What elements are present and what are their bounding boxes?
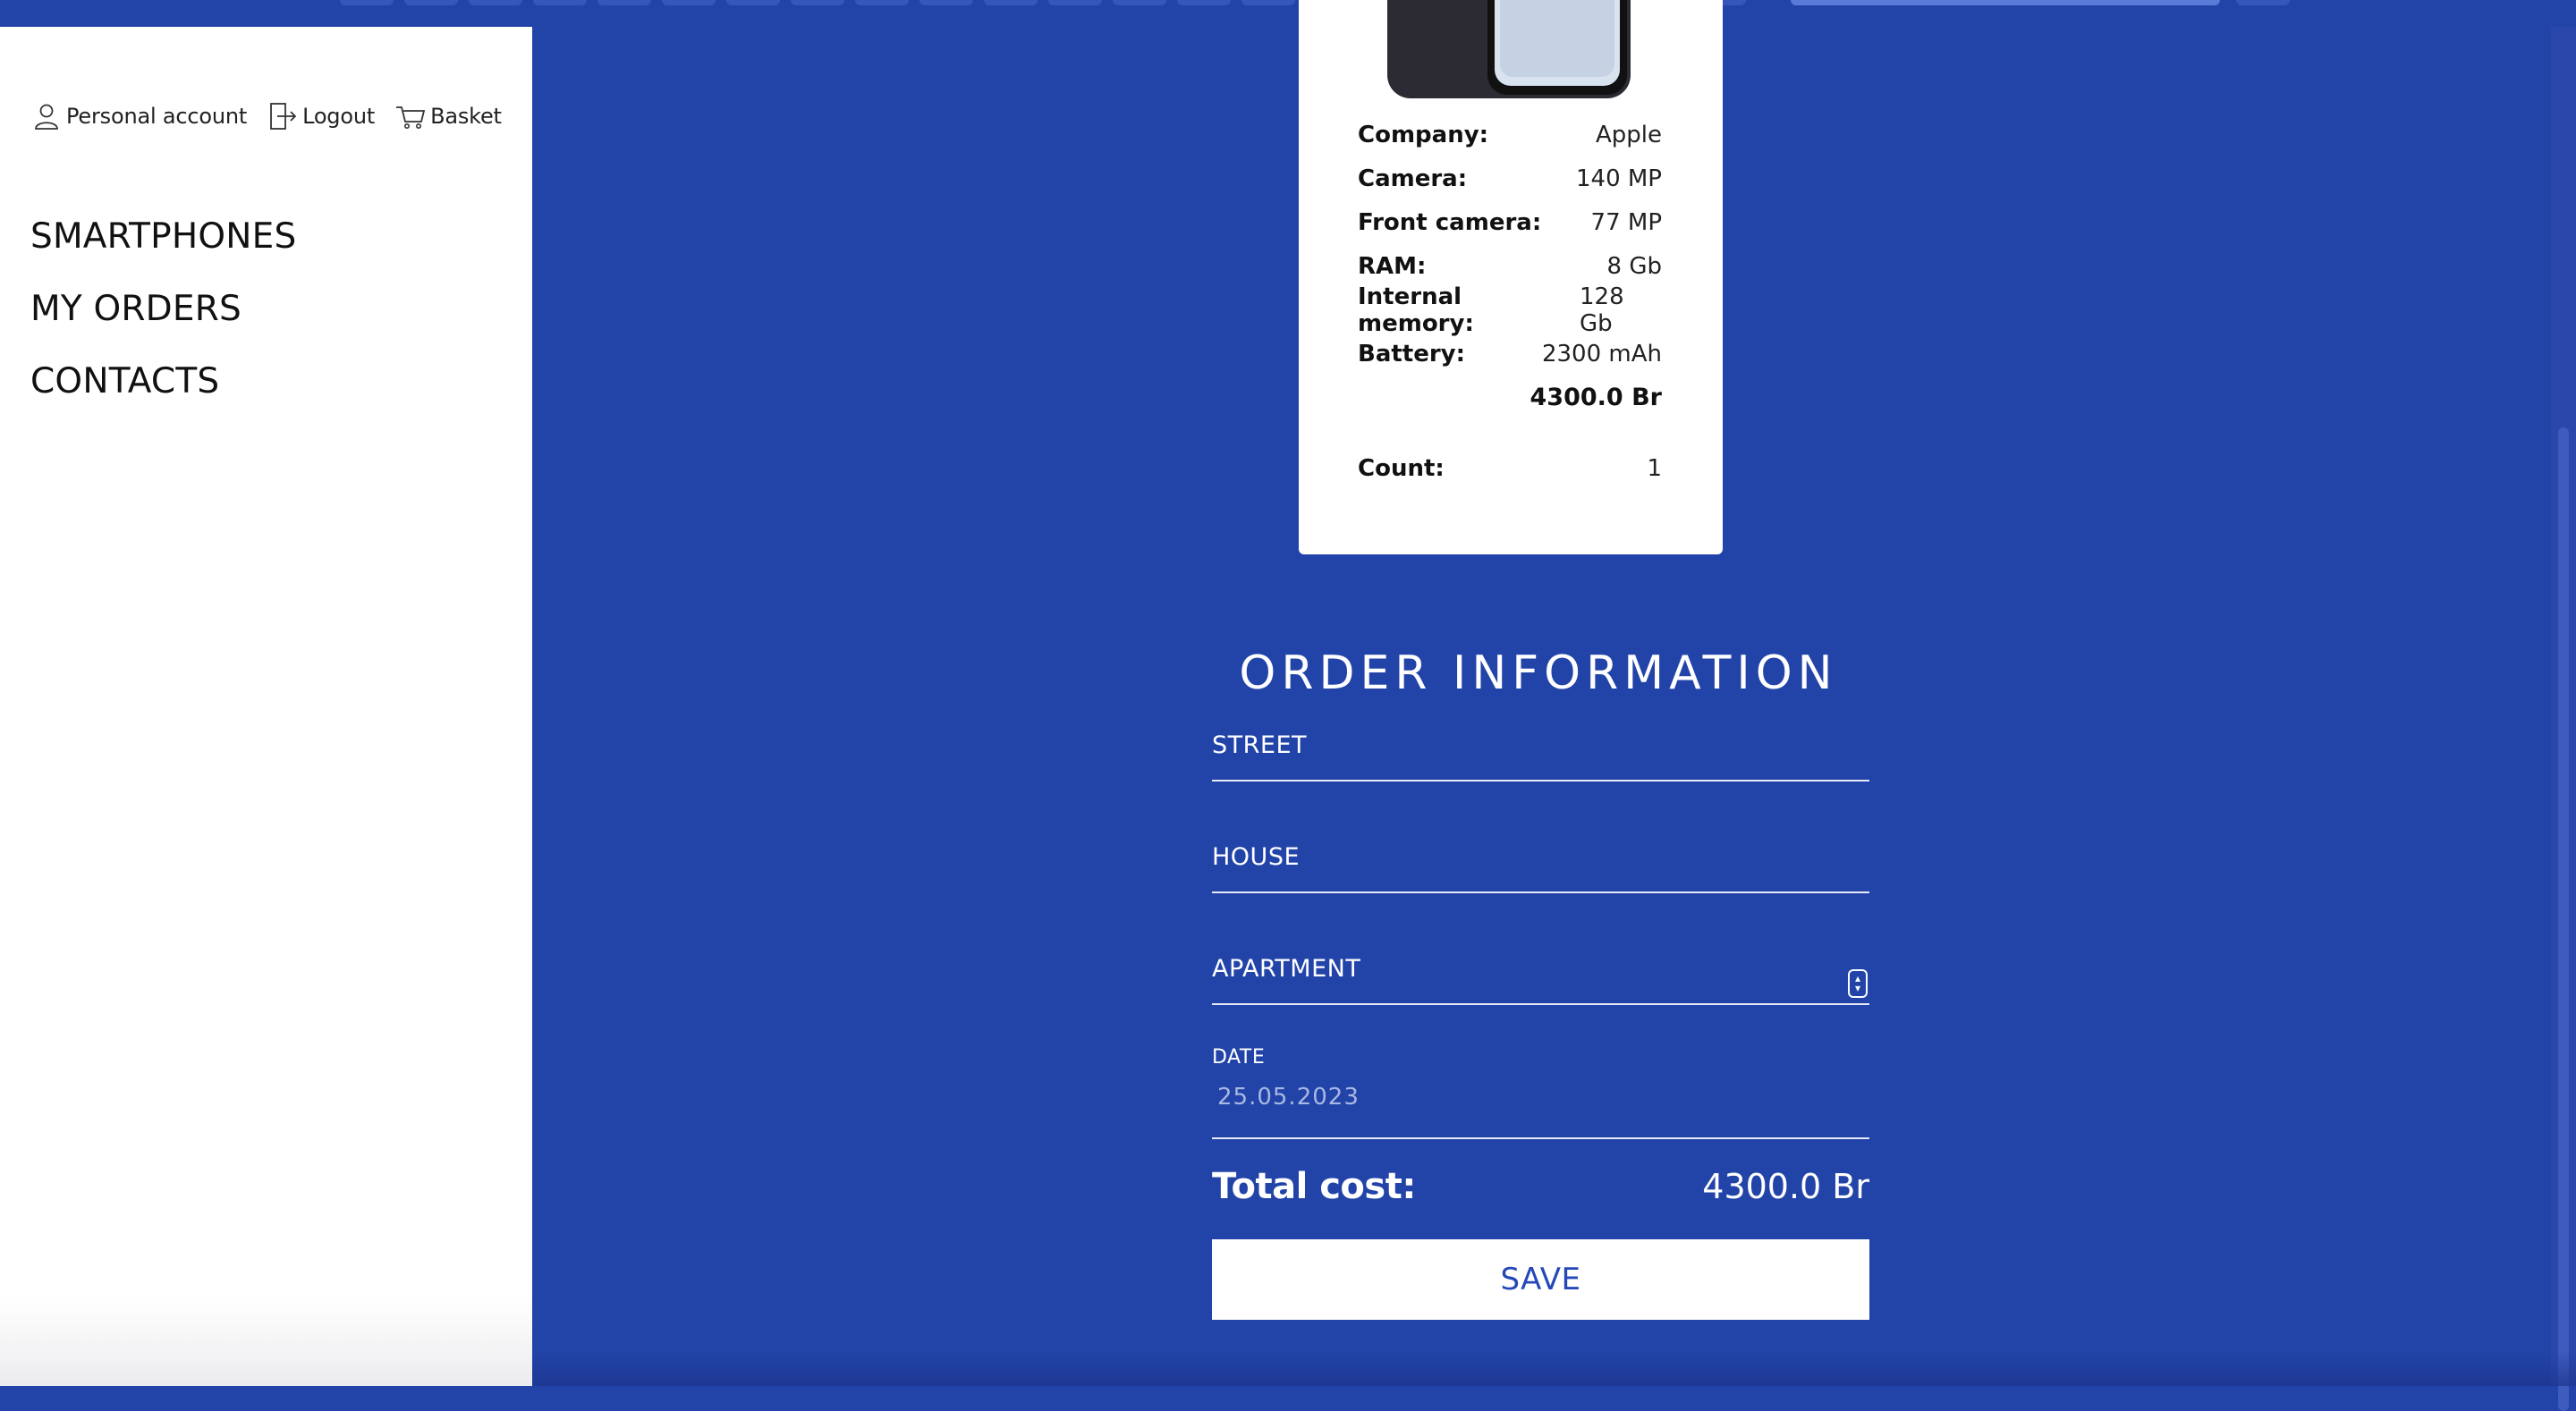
product-price: 4300.0 Br: [1530, 384, 1663, 411]
account-bar: Personal account Logout Basket: [30, 100, 521, 132]
spinner-icon[interactable]: ▴ ▾: [1848, 969, 1868, 998]
browser-tab-active[interactable]: [1791, 0, 2220, 5]
logout-link[interactable]: Logout: [267, 100, 375, 132]
scrollbar-thumb[interactable]: [2558, 427, 2569, 1411]
spec-key: Battery:: [1358, 340, 1466, 368]
count-label: Count:: [1358, 454, 1445, 482]
browser-tab[interactable]: [984, 0, 1038, 5]
basket-link[interactable]: Basket: [394, 100, 502, 132]
house-label: HOUSE: [1212, 843, 1301, 871]
spec-row-camera: Camera: 140 MP: [1358, 156, 1662, 200]
count-value: 1: [1647, 454, 1662, 482]
browser-tab[interactable]: [404, 0, 458, 5]
apartment-field[interactable]: APARTMENT ▴ ▾: [1212, 939, 1869, 1005]
product-card: Company: Apple Camera: 140 MP Front came…: [1299, 0, 1723, 554]
browser-tab[interactable]: [469, 0, 522, 5]
main-nav: SMARTPHONES MY ORDERS CONTACTS: [30, 210, 296, 427]
browser-tab[interactable]: [1241, 0, 1295, 5]
date-label: DATE: [1212, 1046, 1266, 1069]
sidebar: Personal account Logout Basket SMARTPHON…: [0, 27, 532, 1386]
chevron-down-icon[interactable]: ▾: [1855, 983, 1860, 993]
spec-value: 8 Gb: [1606, 252, 1662, 280]
spec-value: Apple: [1595, 121, 1662, 148]
browser-tab[interactable]: [855, 0, 909, 5]
spec-key: Internal memory:: [1358, 283, 1474, 337]
count-row: Count: 1: [1358, 446, 1662, 490]
spec-row-battery: Battery: 2300 mAh: [1358, 332, 1662, 376]
total-label: Total cost:: [1212, 1166, 1416, 1207]
browser-tab[interactable]: [791, 0, 844, 5]
spec-value: 77 MP: [1590, 208, 1662, 236]
logout-label: Logout: [302, 104, 376, 129]
spec-value: 140 MP: [1575, 165, 1662, 192]
spec-list: Company: Apple Camera: 140 MP Front came…: [1358, 113, 1662, 490]
date-field[interactable]: DATE 25.05.2023: [1212, 1041, 1869, 1139]
apartment-label: APARTMENT: [1212, 955, 1361, 983]
sidebar-shadow: [0, 1297, 532, 1386]
browser-tab[interactable]: [533, 0, 587, 5]
date-value[interactable]: 25.05.2023: [1217, 1084, 1360, 1111]
personal-account-label: Personal account: [66, 104, 248, 129]
spec-row-internal-memory: Internal memory: 128 Gb: [1358, 283, 1662, 337]
browser-tab[interactable]: [919, 0, 973, 5]
street-label: STREET: [1212, 731, 1308, 759]
cart-icon: [394, 100, 427, 132]
order-form: STREET HOUSE APARTMENT ▴ ▾ DATE 25.05.20…: [1212, 715, 1869, 1320]
user-icon: [30, 100, 63, 132]
nav-item-my-orders[interactable]: MY ORDERS: [30, 283, 296, 355]
scrollbar[interactable]: [2551, 27, 2576, 1411]
spec-key: RAM:: [1358, 252, 1427, 280]
spec-key: Company:: [1358, 121, 1489, 148]
phone-image: [1384, 0, 1634, 98]
spec-key: Front camera:: [1358, 208, 1542, 236]
spec-key: Camera:: [1358, 165, 1468, 192]
spec-row-ram: RAM: 8 Gb: [1358, 244, 1662, 288]
save-button[interactable]: SAVE: [1212, 1239, 1869, 1320]
browser-tab[interactable]: [1177, 0, 1231, 5]
spec-row-company: Company: Apple: [1358, 113, 1662, 156]
nav-item-contacts[interactable]: CONTACTS: [30, 355, 296, 427]
spec-row-front-camera: Front camera: 77 MP: [1358, 200, 1662, 244]
spec-value: 2300 mAh: [1541, 340, 1662, 368]
browser-tab[interactable]: [726, 0, 780, 5]
browser-tab[interactable]: [1048, 0, 1102, 5]
nav-item-smartphones[interactable]: SMARTPHONES: [30, 210, 296, 283]
logout-icon: [267, 100, 299, 132]
browser-tab[interactable]: [597, 0, 651, 5]
basket-label: Basket: [430, 104, 502, 129]
browser-tab[interactable]: [2236, 0, 2290, 5]
browser-tab[interactable]: [1113, 0, 1166, 5]
order-title: ORDER INFORMATION: [1239, 646, 1838, 701]
browser-tab[interactable]: [662, 0, 716, 5]
browser-tab[interactable]: [340, 0, 394, 5]
house-field[interactable]: HOUSE: [1212, 827, 1869, 893]
spec-value: 128 Gb: [1580, 283, 1624, 337]
total-row: Total cost: 4300.0 Br: [1212, 1164, 1869, 1209]
total-value: 4300.0 Br: [1702, 1167, 1869, 1206]
personal-account-link[interactable]: Personal account: [30, 100, 247, 132]
bottom-shadow: [532, 1350, 2576, 1386]
street-field[interactable]: STREET: [1212, 715, 1869, 782]
